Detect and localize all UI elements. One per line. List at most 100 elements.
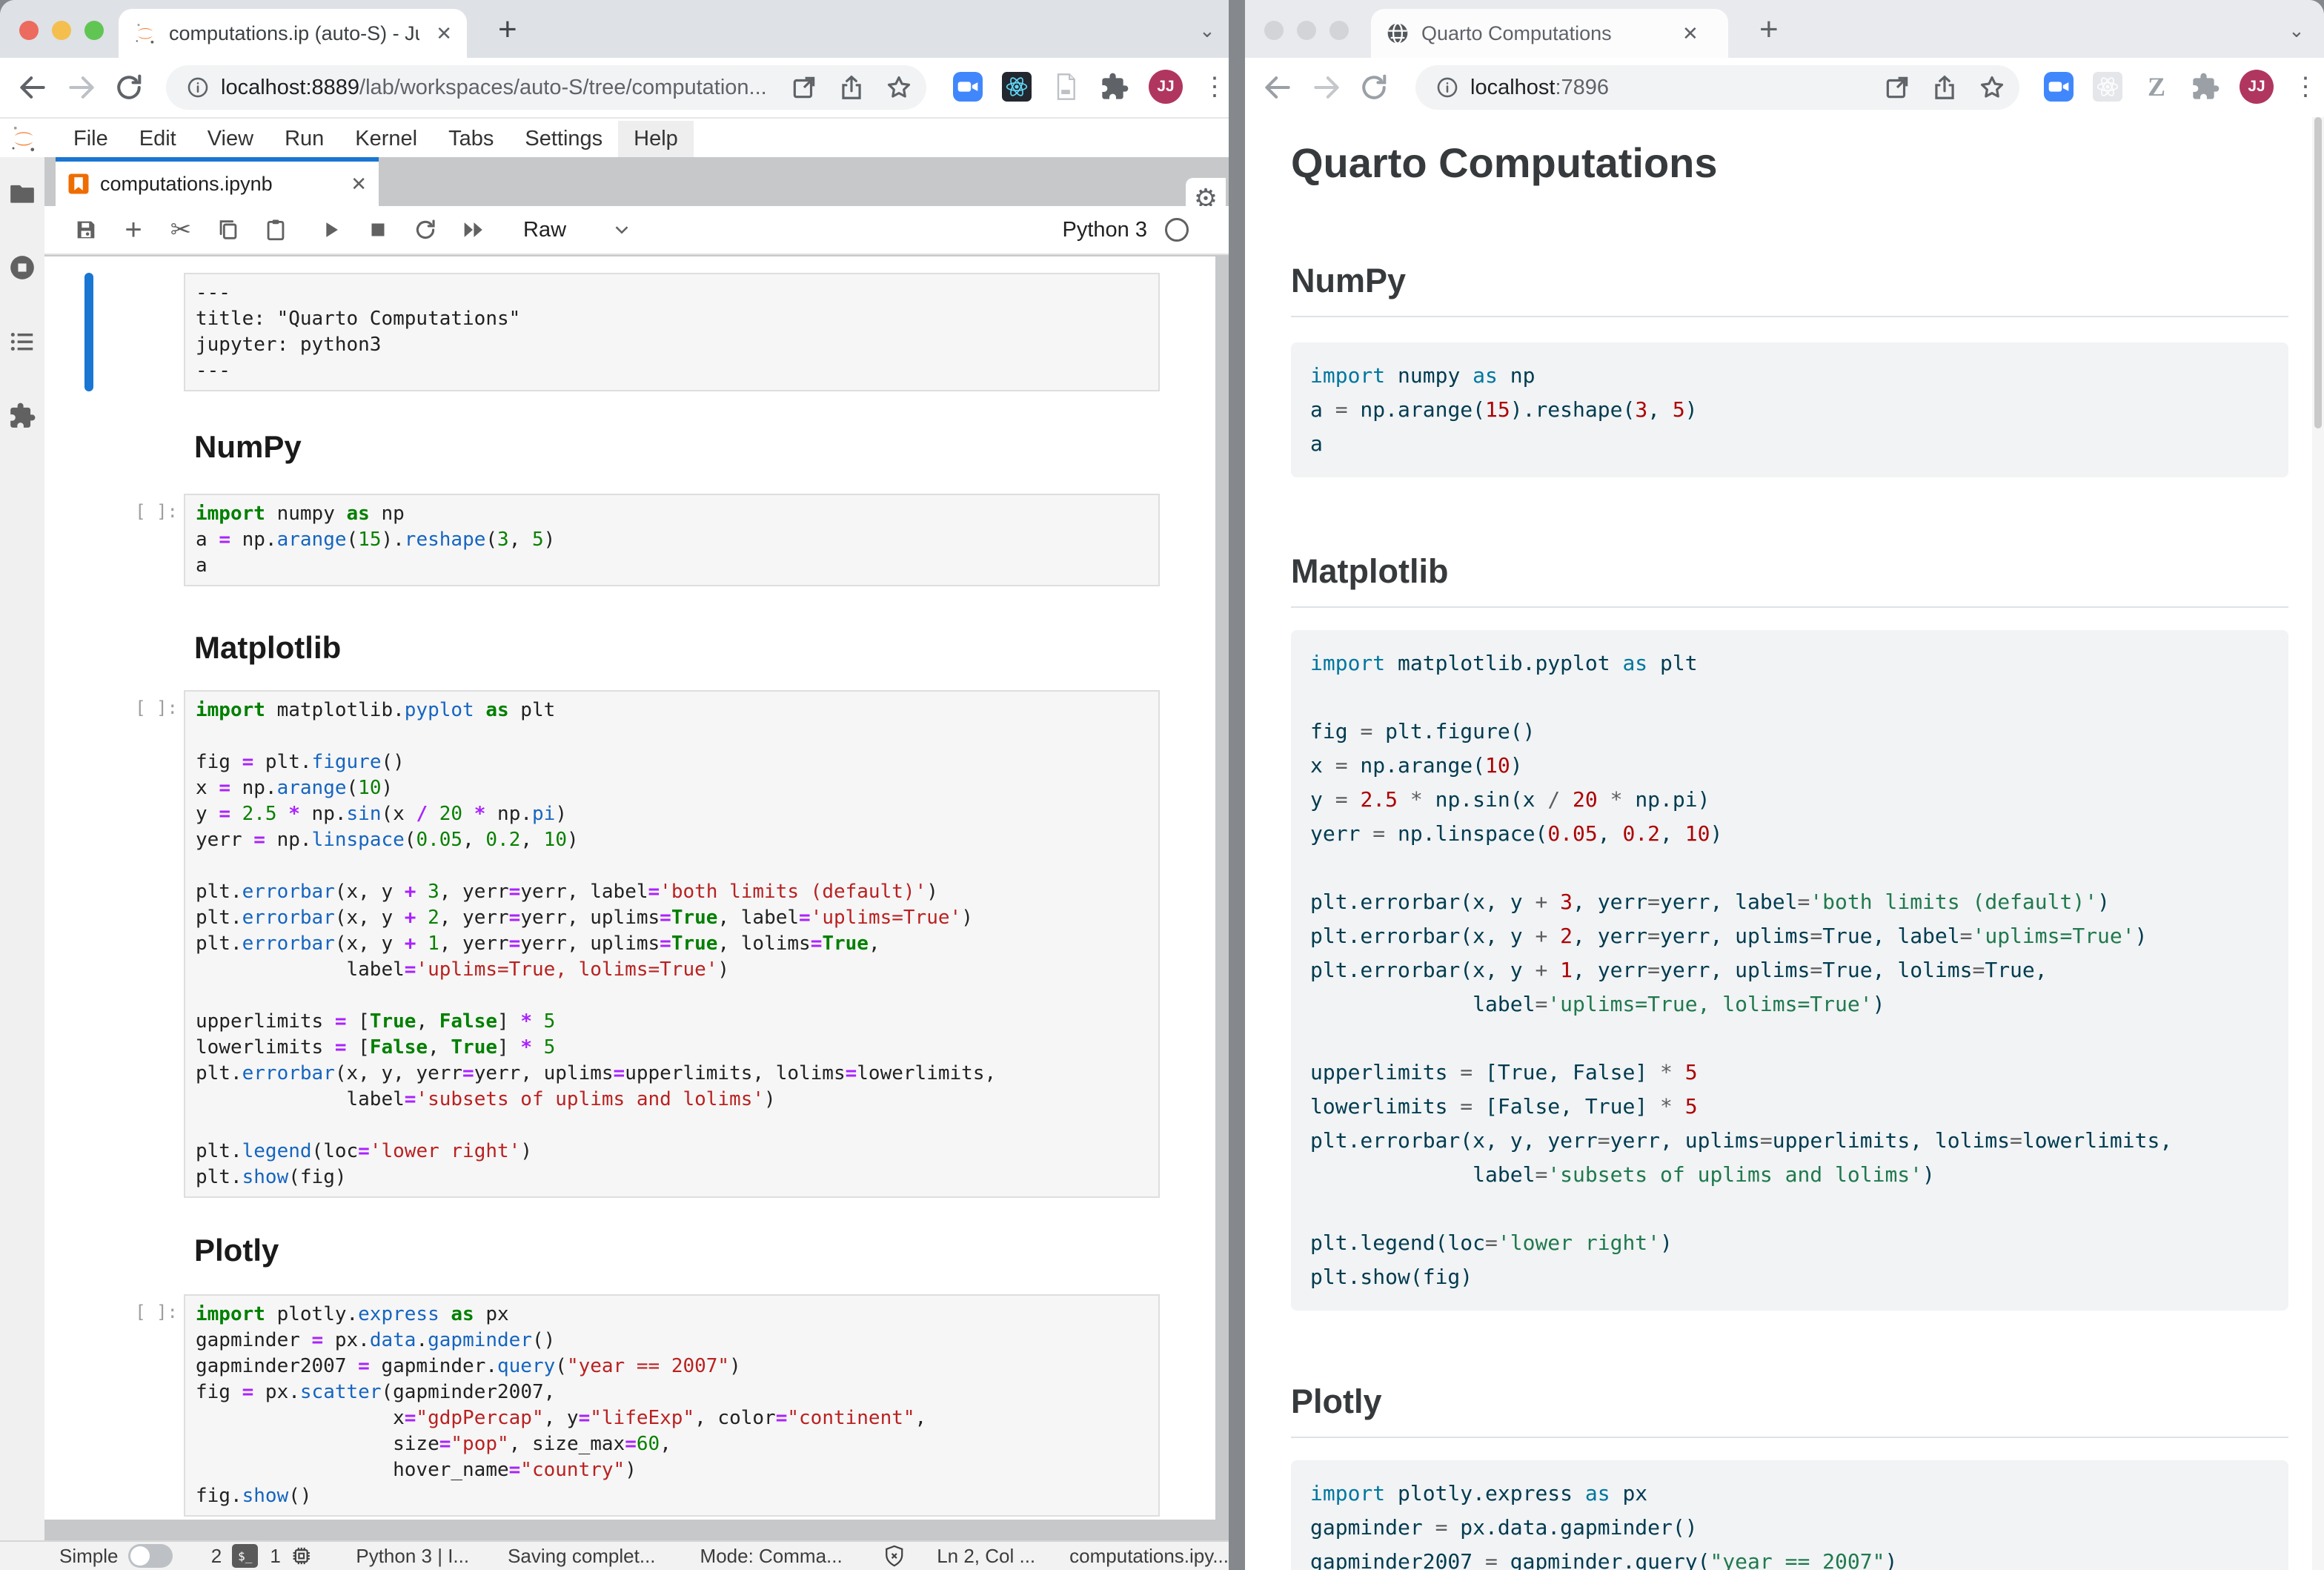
notebook-tab-close-icon[interactable]: ✕ (351, 173, 367, 196)
extensions-puzzle-icon[interactable] (2191, 72, 2220, 102)
jupyterlab-left-sidebar (0, 157, 44, 1540)
profile-avatar[interactable]: JJ (1149, 70, 1183, 104)
copy-cells-button[interactable] (213, 215, 243, 245)
code-cell-numpy[interactable]: [ ]: import numpy as npa = np.arange(15)… (44, 494, 1215, 586)
open-in-new-icon[interactable] (790, 73, 818, 102)
zoom-window-button[interactable] (84, 21, 104, 40)
menu-help[interactable]: Help (618, 121, 694, 157)
menu-view[interactable]: View (192, 121, 269, 157)
code-lines: import plotly.express as pxgapminder = p… (1310, 1477, 2269, 1570)
section-heading-numpy: NumPy (1291, 261, 2288, 317)
restart-kernel-button[interactable] (411, 215, 440, 245)
notebook-content: ---title: "Quarto Computations"jupyter: … (44, 256, 1215, 1520)
forward-button[interactable] (65, 71, 98, 104)
extension-icons: JJ ⋮ (953, 70, 1227, 104)
react-devtools-extension-icon[interactable] (1002, 72, 1032, 102)
menu-run[interactable]: Run (269, 121, 339, 157)
plotly-cell-editor[interactable]: import plotly.express as pxgapminder = p… (184, 1294, 1160, 1517)
z-extension-icon[interactable]: Z (2142, 72, 2171, 102)
bookmark-star-icon[interactable] (1978, 73, 2006, 102)
browser-tab-jupyter[interactable]: computations.ip (auto-S) - Jup ✕ (119, 9, 467, 58)
url-text[interactable]: localhost:8889/lab/workspaces/auto-S/tre… (221, 76, 771, 100)
raw-cell-editor[interactable]: ---title: "Quarto Computations"jupyter: … (184, 273, 1160, 391)
page-scrollbar[interactable] (2312, 117, 2324, 1570)
cursor-position[interactable]: Ln 2, Col ... (937, 1545, 1035, 1568)
raw-cell[interactable]: ---title: "Quarto Computations"jupyter: … (44, 273, 1215, 391)
scrollbar-thumb[interactable] (2314, 117, 2322, 428)
tab-search-chevron-icon[interactable]: ⌄ (2288, 19, 2305, 42)
insert-cell-button[interactable]: + (119, 215, 148, 245)
terminal-icon: $_ (232, 1544, 258, 1568)
save-button[interactable] (71, 215, 101, 245)
forward-button[interactable] (1310, 71, 1343, 104)
extension-manager-icon[interactable] (8, 402, 36, 430)
close-tab-icon[interactable]: ✕ (436, 22, 452, 45)
menu-tabs[interactable]: Tabs (433, 121, 509, 157)
zoom-extension-icon[interactable] (953, 72, 983, 102)
kernel-status-text[interactable]: Python 3 | I... (356, 1545, 469, 1568)
minimize-window-button[interactable] (1297, 21, 1316, 40)
share-icon[interactable] (837, 73, 866, 102)
numpy-code-block: import numpy as npa = np.arange(15).resh… (1291, 342, 2288, 477)
section-heading-matplotlib: Matplotlib (1291, 552, 2288, 608)
code-cell-plotly[interactable]: [ ]: import plotly.express as pxgapminde… (44, 1294, 1215, 1517)
new-tab-button[interactable]: + (1759, 13, 1779, 46)
run-cell-button[interactable] (316, 215, 345, 245)
reload-button[interactable] (113, 71, 145, 104)
quarto-browser-window: Quarto Computations ✕ + ⌄ localhost:7896 (1245, 0, 2324, 1570)
running-kernels-icon[interactable] (8, 254, 36, 282)
cell-type-chevron-icon[interactable] (611, 219, 633, 241)
back-button[interactable] (1261, 71, 1294, 104)
close-window-button[interactable] (1264, 21, 1284, 40)
traffic-lights-inactive (1264, 21, 1349, 40)
react-devtools-extension-icon[interactable] (2093, 72, 2122, 102)
share-icon[interactable] (1930, 73, 1959, 102)
close-window-button[interactable] (19, 21, 39, 40)
menu-settings[interactable]: Settings (509, 121, 618, 157)
address-bar[interactable]: localhost:8889/lab/workspaces/auto-S/tre… (166, 65, 926, 110)
open-in-new-icon[interactable] (1883, 73, 1911, 102)
menu-file[interactable]: File (58, 121, 124, 157)
site-info-icon[interactable] (1435, 75, 1460, 100)
kernel-count[interactable]: 1 (270, 1545, 280, 1568)
browser-menu-icon[interactable]: ⋮ (2293, 72, 2318, 102)
cell-prompt: [ ]: (135, 698, 178, 718)
terminal-count[interactable]: 2 (211, 1545, 222, 1568)
document-extension-icon[interactable] (1051, 72, 1080, 102)
interrupt-kernel-button[interactable] (363, 215, 393, 245)
cell-type-dropdown[interactable]: Raw (523, 218, 566, 242)
paste-cells-button[interactable] (261, 215, 290, 245)
table-of-contents-icon[interactable] (8, 328, 36, 356)
address-bar[interactable]: localhost:7896 (1415, 65, 2019, 110)
browser-tab-quarto[interactable]: Quarto Computations ✕ (1371, 9, 1728, 58)
cut-cells-button[interactable]: ✂ (166, 215, 196, 245)
kernel-name-button[interactable]: Python 3 (1063, 218, 1147, 242)
close-tab-icon[interactable]: ✕ (1682, 22, 1699, 45)
restart-run-all-button[interactable] (458, 215, 488, 245)
numpy-cell-editor[interactable]: import numpy as npa = np.arange(15).resh… (184, 494, 1160, 586)
url-text[interactable]: localhost:7896 (1470, 76, 1864, 100)
markdown-heading-matplotlib: Matplotlib (194, 629, 1215, 666)
file-browser-icon[interactable] (8, 179, 36, 208)
minimize-window-button[interactable] (52, 21, 71, 40)
menu-kernel[interactable]: Kernel (339, 121, 433, 157)
menu-edit[interactable]: Edit (124, 121, 192, 157)
zoom-extension-icon[interactable] (2044, 72, 2074, 102)
simple-mode-toggle[interactable] (128, 1544, 172, 1568)
site-info-icon[interactable] (185, 75, 210, 100)
notebook-tab[interactable]: computations.ipynb ✕ (56, 157, 379, 206)
new-tab-button[interactable]: + (498, 13, 517, 46)
zoom-window-button[interactable] (1329, 21, 1349, 40)
profile-avatar[interactable]: JJ (2240, 70, 2274, 104)
tab-search-chevron-icon[interactable]: ⌄ (1199, 19, 1215, 42)
bookmark-star-icon[interactable] (885, 73, 913, 102)
back-button[interactable] (16, 71, 49, 104)
code-lines: import matplotlib.pyplot as plt fig = pl… (1310, 646, 2269, 1294)
matplotlib-cell-editor[interactable]: import matplotlib.pyplot as plt fig = pl… (184, 690, 1160, 1198)
reload-button[interactable] (1358, 71, 1390, 104)
browser-menu-icon[interactable]: ⋮ (1202, 72, 1227, 102)
kernel-status-icon[interactable] (1165, 218, 1189, 242)
extensions-puzzle-icon[interactable] (1100, 72, 1129, 102)
code-cell-matplotlib[interactable]: [ ]: import matplotlib.pyplot as plt fig… (44, 690, 1215, 1198)
trust-shield-icon[interactable] (883, 1543, 906, 1569)
